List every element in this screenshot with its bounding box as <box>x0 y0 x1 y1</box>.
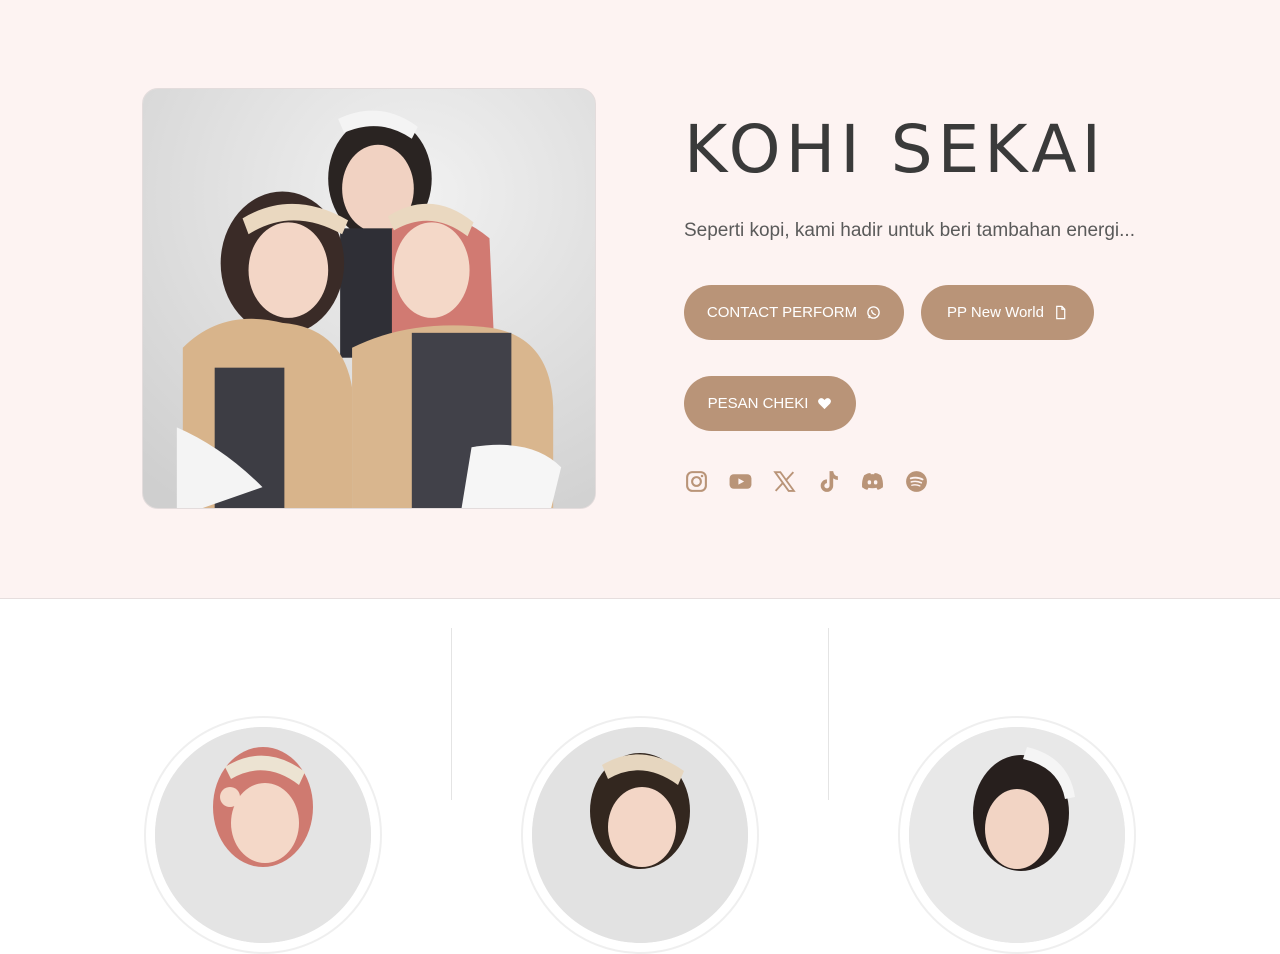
member-avatar-2 <box>521 716 759 954</box>
contact-perform-label: CONTACT PERFORM <box>706 304 858 321</box>
social-links <box>684 467 948 495</box>
hero-section: KOHI SEKAI Seperti kopi, kami hadir untu… <box>0 0 1280 599</box>
member-avatar-1 <box>144 716 382 954</box>
instagram-icon[interactable] <box>684 467 728 495</box>
column-divider <box>828 628 829 800</box>
pesan-cheki-label: PESAN CHEKI <box>707 395 809 412</box>
x-icon[interactable] <box>772 467 816 495</box>
members-section <box>0 600 1280 954</box>
whatsapp-icon <box>866 305 881 320</box>
contact-perform-button[interactable]: CONTACT PERFORM <box>684 285 904 340</box>
spotify-icon[interactable] <box>904 467 948 495</box>
member-avatar-3 <box>898 716 1136 954</box>
discord-icon[interactable] <box>860 467 904 495</box>
youtube-icon[interactable] <box>728 467 772 495</box>
pp-new-world-label: PP New World <box>947 304 1044 321</box>
group-photo <box>142 88 596 509</box>
pesan-cheki-button[interactable]: PESAN CHEKI <box>684 376 856 431</box>
band-tagline: Seperti kopi, kami hadir untuk beri tamb… <box>684 220 1135 241</box>
column-divider <box>451 628 452 800</box>
band-title: KOHI SEKAI <box>684 111 1107 188</box>
tiktok-icon[interactable] <box>816 467 860 495</box>
pp-new-world-button[interactable]: PP New World <box>921 285 1094 340</box>
heart-icon <box>817 396 832 411</box>
document-icon <box>1053 305 1068 320</box>
